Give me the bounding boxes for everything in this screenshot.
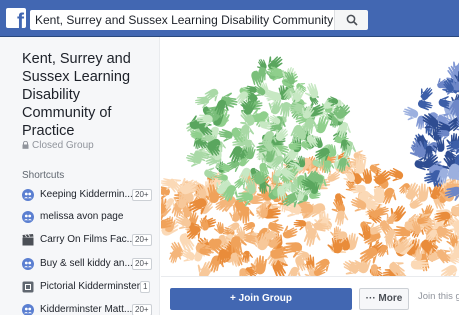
search-icon bbox=[346, 14, 358, 26]
handprint bbox=[267, 56, 283, 70]
film-icon bbox=[22, 234, 34, 246]
handprint bbox=[343, 260, 359, 275]
shortcut-item[interactable]: Kidderminster Matt... 20+ bbox=[22, 301, 154, 315]
shortcut-item[interactable]: Buy & sell kiddy an... 20+ bbox=[22, 255, 154, 273]
join-hint-text: Join this gr bbox=[418, 291, 459, 302]
handprints-artwork bbox=[161, 56, 459, 276]
group-title[interactable]: Kent, Surrey and Sussex Learning Disabil… bbox=[22, 50, 152, 140]
group-privacy: Closed Group bbox=[22, 140, 94, 151]
more-button[interactable]: ··· More bbox=[359, 288, 409, 310]
shortcut-badge: 20+ bbox=[132, 189, 152, 201]
lock-icon bbox=[22, 141, 29, 149]
join-group-button[interactable]: + Join Group bbox=[170, 288, 352, 310]
shortcut-label: Keeping Kiddermin... bbox=[40, 189, 133, 200]
shortcut-badge: 20+ bbox=[132, 234, 152, 246]
shortcut-label: Carry On Films Fac... bbox=[40, 234, 136, 245]
shortcut-label: melissa avon page bbox=[40, 211, 124, 222]
facebook-logo-letter: f bbox=[17, 10, 24, 28]
shortcut-label: Buy & sell kiddy an... bbox=[40, 258, 133, 269]
handprint bbox=[370, 264, 382, 276]
handprint bbox=[242, 250, 253, 264]
page-icon bbox=[22, 281, 34, 293]
cover-photo[interactable] bbox=[161, 37, 459, 276]
facebook-logo-icon[interactable]: f bbox=[6, 8, 26, 28]
handprint bbox=[218, 129, 233, 142]
group-privacy-label: Closed Group bbox=[32, 140, 94, 151]
handprint bbox=[417, 97, 433, 111]
group-action-bar: + Join Group ··· More Join this gr bbox=[161, 276, 459, 315]
shortcut-item[interactable]: melissa avon page bbox=[22, 208, 154, 226]
shortcut-label: Pictorial Kidderminster bbox=[40, 281, 141, 292]
shortcut-item[interactable]: Keeping Kiddermin... 20+ bbox=[22, 186, 154, 204]
handprint bbox=[293, 219, 307, 231]
shortcut-badge: 20+ bbox=[132, 304, 152, 315]
group-icon bbox=[22, 258, 34, 270]
shortcut-item[interactable]: Carry On Films Fac... 20+ bbox=[22, 231, 154, 249]
group-icon bbox=[22, 189, 34, 201]
shortcut-badge: 20+ bbox=[132, 258, 152, 270]
shortcut-badge: 1 bbox=[140, 281, 151, 293]
group-icon bbox=[22, 304, 34, 315]
group-icon bbox=[22, 211, 34, 223]
shortcut-item[interactable]: Pictorial Kidderminster 1 bbox=[22, 278, 154, 296]
top-navigation-bar: f Kent, Surrey and Sussex Learning Disab… bbox=[0, 0, 459, 37]
shortcut-label: Kidderminster Matt... bbox=[40, 304, 133, 315]
search-input[interactable]: Kent, Surrey and Sussex Learning Disabil… bbox=[30, 10, 334, 30]
search-button[interactable] bbox=[334, 10, 368, 30]
shortcuts-heading: Shortcuts bbox=[22, 170, 65, 181]
left-sidebar: Kent, Surrey and Sussex Learning Disabil… bbox=[0, 37, 160, 315]
handprint bbox=[403, 106, 419, 121]
handprint bbox=[334, 210, 349, 226]
